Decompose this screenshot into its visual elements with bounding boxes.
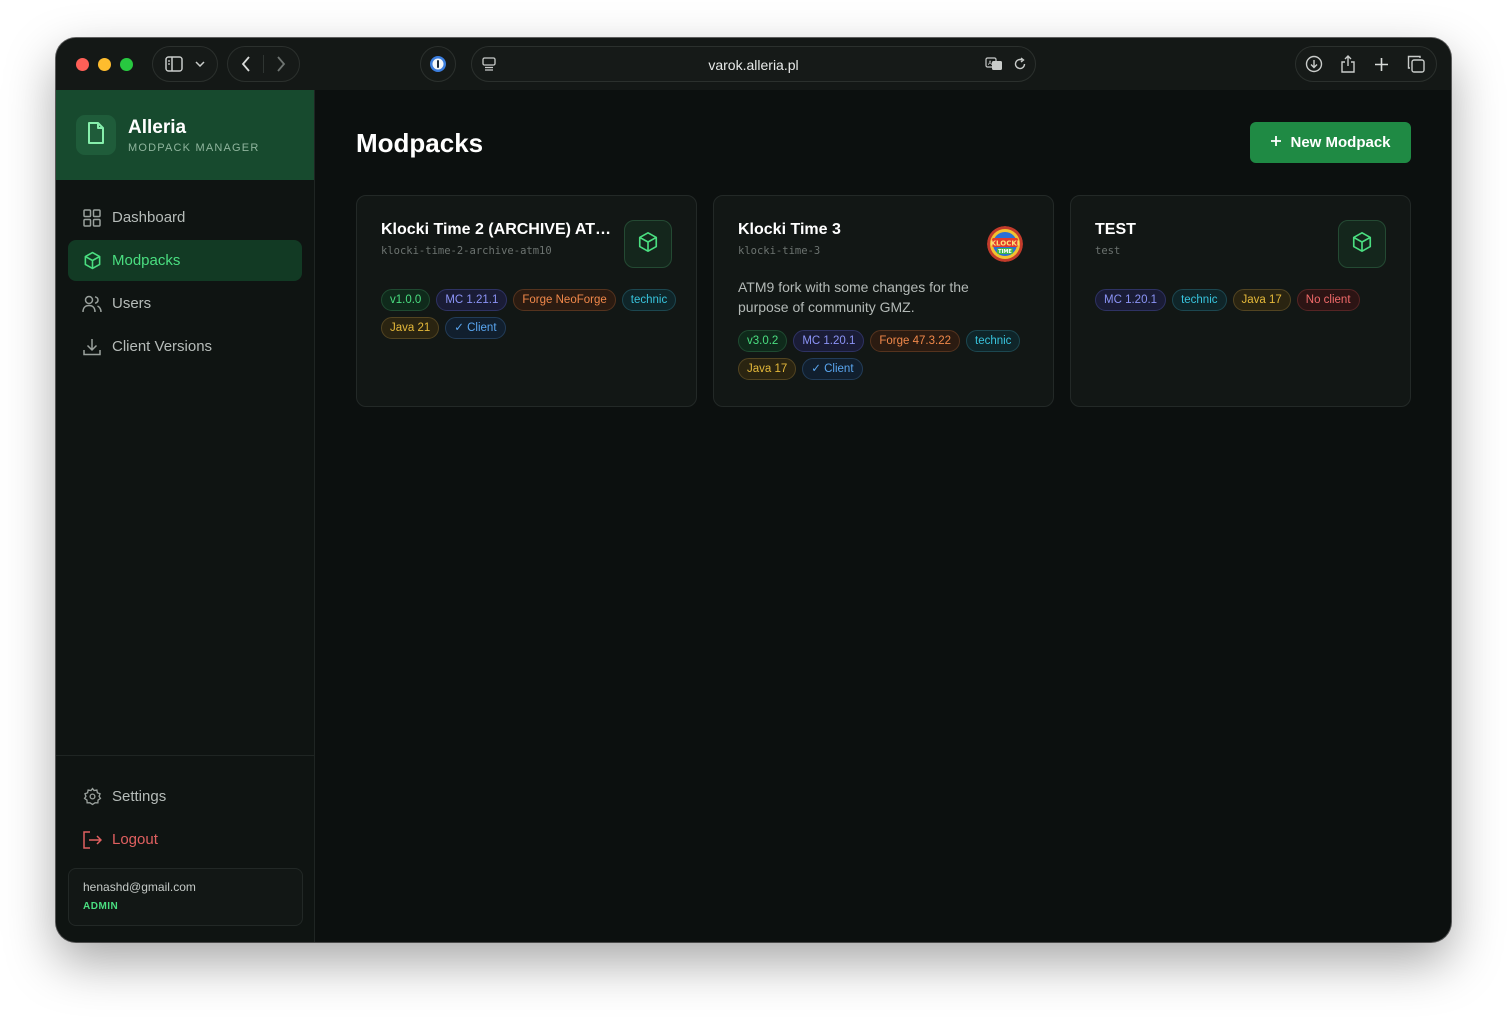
client-tag: No client	[1296, 289, 1360, 311]
divider	[263, 55, 264, 73]
modpack-card[interactable]: TEST test MC 1.20.1 technic Java 17 No c…	[1070, 195, 1411, 407]
client-tag: ✓ Client	[445, 317, 506, 339]
history-nav-group	[227, 46, 300, 82]
sidebar-item-label: Dashboard	[112, 209, 186, 226]
window-controls	[76, 58, 133, 71]
loader-tag: Forge 47.3.22	[870, 330, 960, 352]
platform-tag: technic	[621, 289, 677, 311]
modpack-icon	[1338, 220, 1386, 268]
close-window-button[interactable]	[76, 58, 89, 71]
modpack-icon	[624, 220, 672, 268]
new-modpack-label: New Modpack	[1290, 134, 1391, 151]
logout-icon	[82, 830, 102, 850]
maximize-window-button[interactable]	[120, 58, 133, 71]
java-tag: Java 17	[738, 358, 797, 380]
brand-header[interactable]: Alleria MODPACK MANAGER	[56, 90, 314, 180]
mc-version-tag: MC 1.21.1	[436, 289, 508, 311]
modpack-card[interactable]: Klocki Time 3 klocki-time-3 KLOCKI TIME …	[713, 195, 1054, 407]
file-icon	[86, 121, 106, 150]
svg-text:TIME: TIME	[998, 249, 1012, 255]
sidebar-item-label: Modpacks	[112, 252, 181, 269]
user-card[interactable]: henashd@gmail.com ADMIN	[68, 868, 303, 926]
platform-tag: technic	[966, 330, 1021, 352]
url-text: varok.alleria.pl	[708, 57, 799, 73]
reload-icon[interactable]	[1013, 57, 1027, 71]
plus-icon	[1270, 134, 1282, 151]
modpack-title: TEST	[1095, 221, 1136, 238]
sidebar-toggle-icon[interactable]	[165, 56, 183, 72]
sidebar-footer: Settings Logout	[56, 755, 314, 862]
logout-label: Logout	[112, 831, 158, 848]
grid-icon	[82, 208, 102, 228]
brand-logo	[76, 115, 116, 155]
modpack-description: ATM9 fork with some changes for the purp…	[738, 279, 969, 315]
version-tag: v3.0.2	[738, 330, 788, 352]
brand-name: Alleria	[128, 116, 187, 138]
platform-tag: technic	[1172, 289, 1227, 311]
java-tag: Java 21	[381, 317, 440, 339]
browser-titlebar: varok.alleria.pl A	[56, 38, 1451, 90]
minimize-window-button[interactable]	[98, 58, 111, 71]
modpack-logo: KLOCKI TIME	[987, 226, 1023, 262]
java-tag: Java 17	[1232, 289, 1291, 311]
password-manager-button[interactable]	[420, 46, 456, 82]
share-icon[interactable]	[1340, 54, 1356, 74]
browser-actions-group	[1295, 46, 1437, 82]
modpack-slug: klocki-time-3	[738, 245, 821, 257]
sidebar-item-label: Settings	[112, 788, 167, 805]
modpack-title: Klocki Time 3	[738, 221, 841, 238]
back-arrow-icon[interactable]	[241, 56, 251, 72]
tag-list: v3.0.2 MC 1.20.1 Forge 47.3.22 technic J…	[738, 330, 1038, 380]
sidebar-item-client-versions[interactable]: Client Versions	[68, 326, 302, 367]
cube-icon	[637, 231, 659, 258]
sidebar: Alleria MODPACK MANAGER Dashboard Modpac…	[56, 90, 315, 942]
sidebar-item-label: Client Versions	[112, 338, 213, 355]
page-title: Modpacks	[356, 128, 484, 158]
user-role-badge: ADMIN	[83, 901, 119, 912]
cube-icon	[82, 251, 102, 271]
modpack-title: Klocki Time 2 (ARCHIVE) ATM10	[381, 221, 616, 238]
client-tag: ✓ Client	[802, 358, 863, 380]
sidebar-item-dashboard[interactable]: Dashboard	[68, 197, 302, 238]
sidebar-item-label: Users	[112, 295, 152, 312]
download-icon	[82, 337, 102, 357]
downloads-icon[interactable]	[1305, 55, 1323, 73]
sidebar-toggle-group[interactable]	[152, 46, 218, 82]
gear-icon	[82, 787, 102, 807]
loader-tag: Forge NeoForge	[513, 289, 616, 311]
browser-window: varok.alleria.pl A Alleria MODPACK MANAG…	[56, 38, 1451, 942]
tag-list: MC 1.20.1 technic Java 17 No client	[1095, 289, 1395, 311]
sidebar-nav: Dashboard Modpacks Users Client Versions	[56, 180, 314, 367]
sidebar-item-users[interactable]: Users	[68, 283, 302, 324]
logout-button[interactable]: Logout	[68, 819, 302, 860]
password-manager-icon	[429, 55, 447, 73]
translate-icon[interactable]: A	[985, 57, 1003, 71]
users-icon	[82, 294, 102, 314]
forward-arrow-icon[interactable]	[276, 56, 286, 72]
main-content: Modpacks New Modpack Klocki Time 2 (ARCH…	[316, 90, 1451, 942]
version-tag: v1.0.0	[381, 289, 431, 311]
new-modpack-button[interactable]: New Modpack	[1250, 122, 1411, 163]
chevron-down-icon[interactable]	[195, 61, 205, 67]
new-tab-icon[interactable]	[1374, 57, 1389, 72]
modpack-card[interactable]: Klocki Time 2 (ARCHIVE) ATM10 klocki-tim…	[356, 195, 697, 407]
tab-overview-icon[interactable]	[1407, 55, 1425, 73]
brand-subtitle: MODPACK MANAGER	[128, 141, 260, 154]
sidebar-item-settings[interactable]: Settings	[68, 776, 302, 817]
cube-icon	[1351, 231, 1373, 258]
svg-text:KLOCKI: KLOCKI	[991, 240, 1020, 248]
address-bar[interactable]: varok.alleria.pl A	[471, 46, 1036, 82]
sidebar-item-modpacks[interactable]: Modpacks	[68, 240, 302, 281]
tag-list: v1.0.0 MC 1.21.1 Forge NeoForge technic …	[381, 289, 681, 339]
mc-version-tag: MC 1.20.1	[1095, 289, 1167, 311]
user-email: henashd@gmail.com	[83, 880, 196, 894]
mc-version-tag: MC 1.20.1	[793, 330, 865, 352]
